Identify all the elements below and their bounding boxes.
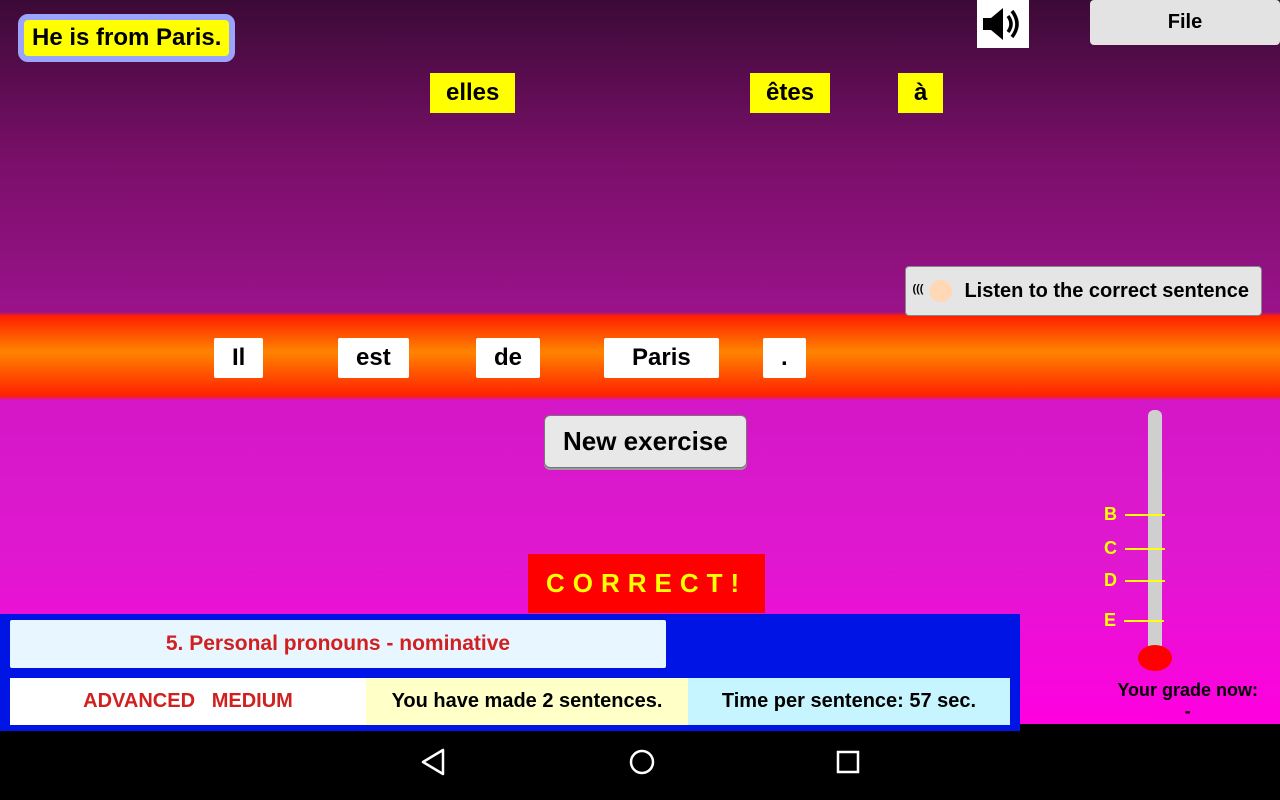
prompt-sentence: He is from Paris. [18,14,235,62]
listen-button[interactable]: ((( Listen to the correct sentence [905,266,1262,316]
pool-word[interactable]: elles [430,73,515,113]
feedback-banner: CORRECT! [528,554,765,613]
level-cell[interactable]: ADVANCED MEDIUM [10,678,366,725]
answer-word[interactable]: Paris [604,338,719,378]
grade-thermometer: B C D E [1148,410,1162,665]
pace-cell: Time per sentence: 57 sec. [688,678,1010,725]
grade-value: - [1117,701,1258,722]
new-exercise-button[interactable]: New exercise [544,415,747,468]
tick-b: B [1104,504,1165,525]
listen-label: Listen to the correct sentence [964,280,1249,303]
answer-word[interactable]: de [476,338,540,378]
grade-status: Your grade now: - [1117,680,1258,722]
level-medium: MEDIUM [212,690,293,712]
back-icon[interactable] [419,747,449,777]
home-icon[interactable] [627,747,657,777]
speaker-icon [981,4,1025,44]
lesson-title: 5. Personal pronouns - nominative [10,620,666,668]
grade-label: Your grade now: [1117,680,1258,701]
tick-c: C [1104,538,1165,559]
speaker-button[interactable] [977,0,1029,48]
answer-word[interactable]: Il [214,338,263,378]
level-advanced: ADVANCED [83,690,195,712]
tick-d: D [1104,570,1165,591]
file-button[interactable]: File [1090,0,1280,45]
pool-word[interactable]: à [898,73,943,113]
progress-cell: You have made 2 sentences. [366,678,688,725]
status-panel: 5. Personal pronouns - nominative ADVANC… [0,614,1020,731]
recent-apps-icon[interactable] [835,749,861,775]
answer-word[interactable]: est [338,338,409,378]
pool-word[interactable]: êtes [750,73,830,113]
face-speaking-icon: ((( [918,275,956,307]
answer-word[interactable]: . [763,338,806,378]
thermometer-bulb [1138,645,1172,671]
android-nav-bar [0,724,1280,800]
tick-e: E [1104,610,1164,631]
